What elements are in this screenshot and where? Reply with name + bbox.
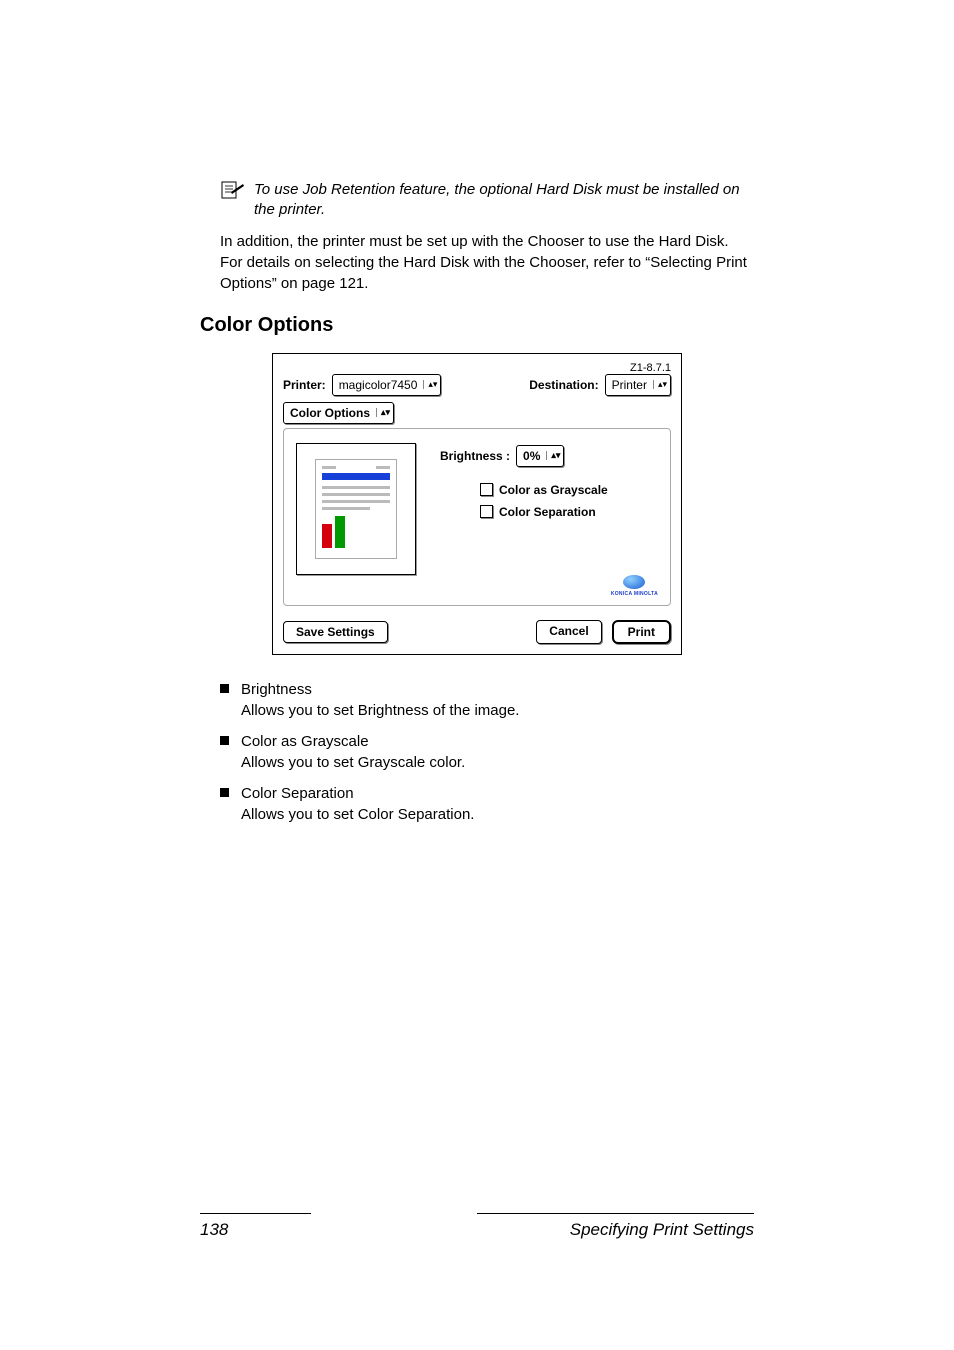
section-title: Specifying Print Settings bbox=[570, 1220, 754, 1240]
brightness-value: 0% bbox=[523, 449, 540, 463]
square-bullet-icon bbox=[220, 684, 229, 693]
destination-select[interactable]: Printer ▴▾ bbox=[605, 374, 671, 396]
separation-label: Color Separation bbox=[499, 505, 596, 519]
dialog-version: Z1-8.7.1 bbox=[283, 362, 671, 374]
print-button[interactable]: Print bbox=[612, 620, 671, 644]
note-block: To use Job Retention feature, the option… bbox=[220, 180, 754, 221]
bullet-title: Color Separation bbox=[241, 785, 354, 802]
printer-label: Printer: bbox=[283, 378, 326, 392]
cancel-button[interactable]: Cancel bbox=[536, 620, 601, 644]
body-paragraph: In addition, the printer must be set up … bbox=[220, 231, 754, 294]
logo-oval-icon bbox=[623, 575, 645, 589]
bullet-desc: Allows you to set Brightness of the imag… bbox=[241, 702, 519, 719]
bullet-desc: Allows you to set Grayscale color. bbox=[241, 754, 465, 771]
list-item: Color as Grayscale Allows you to set Gra… bbox=[220, 731, 754, 773]
panel-select[interactable]: Color Options ▴▾ bbox=[283, 402, 394, 424]
note-text: To use Job Retention feature, the option… bbox=[254, 180, 754, 221]
logo-text: KONICA MINOLTA bbox=[611, 591, 658, 597]
section-heading: Color Options bbox=[200, 314, 754, 337]
list-item: Brightness Allows you to set Brightness … bbox=[220, 679, 754, 721]
save-settings-button[interactable]: Save Settings bbox=[283, 621, 388, 643]
printer-select-value: magicolor7450 bbox=[339, 378, 418, 392]
panel-select-value: Color Options bbox=[290, 406, 370, 420]
preview-thumbnail bbox=[296, 443, 416, 575]
page-footer: 138 Specifying Print Settings bbox=[200, 1213, 754, 1240]
page-number: 138 bbox=[200, 1220, 228, 1240]
bullet-title: Color as Grayscale bbox=[241, 733, 369, 750]
square-bullet-icon bbox=[220, 736, 229, 745]
print-dialog: Z1-8.7.1 Printer: magicolor7450 ▴▾ Desti… bbox=[272, 353, 682, 655]
printer-select[interactable]: magicolor7450 ▴▾ bbox=[332, 374, 442, 396]
note-icon bbox=[220, 180, 246, 205]
chevron-updown-icon: ▴▾ bbox=[653, 380, 667, 389]
brightness-select[interactable]: 0% ▴▾ bbox=[516, 445, 564, 467]
grayscale-checkbox[interactable] bbox=[480, 483, 493, 496]
bullet-list: Brightness Allows you to set Brightness … bbox=[220, 679, 754, 825]
bullet-desc: Allows you to set Color Separation. bbox=[241, 806, 474, 823]
chevron-updown-icon: ▴▾ bbox=[376, 408, 390, 417]
bullet-title: Brightness bbox=[241, 681, 312, 698]
separation-checkbox[interactable] bbox=[480, 505, 493, 518]
options-fieldset: Brightness : 0% ▴▾ Color as Grayscale bbox=[283, 428, 671, 606]
destination-label: Destination: bbox=[529, 378, 598, 392]
destination-select-value: Printer bbox=[612, 378, 647, 392]
vendor-logo: KONICA MINOLTA bbox=[611, 575, 658, 597]
chevron-updown-icon: ▴▾ bbox=[546, 451, 560, 460]
square-bullet-icon bbox=[220, 788, 229, 797]
grayscale-label: Color as Grayscale bbox=[499, 483, 608, 497]
brightness-label: Brightness : bbox=[440, 449, 510, 463]
chevron-updown-icon: ▴▾ bbox=[423, 380, 437, 389]
list-item: Color Separation Allows you to set Color… bbox=[220, 783, 754, 825]
